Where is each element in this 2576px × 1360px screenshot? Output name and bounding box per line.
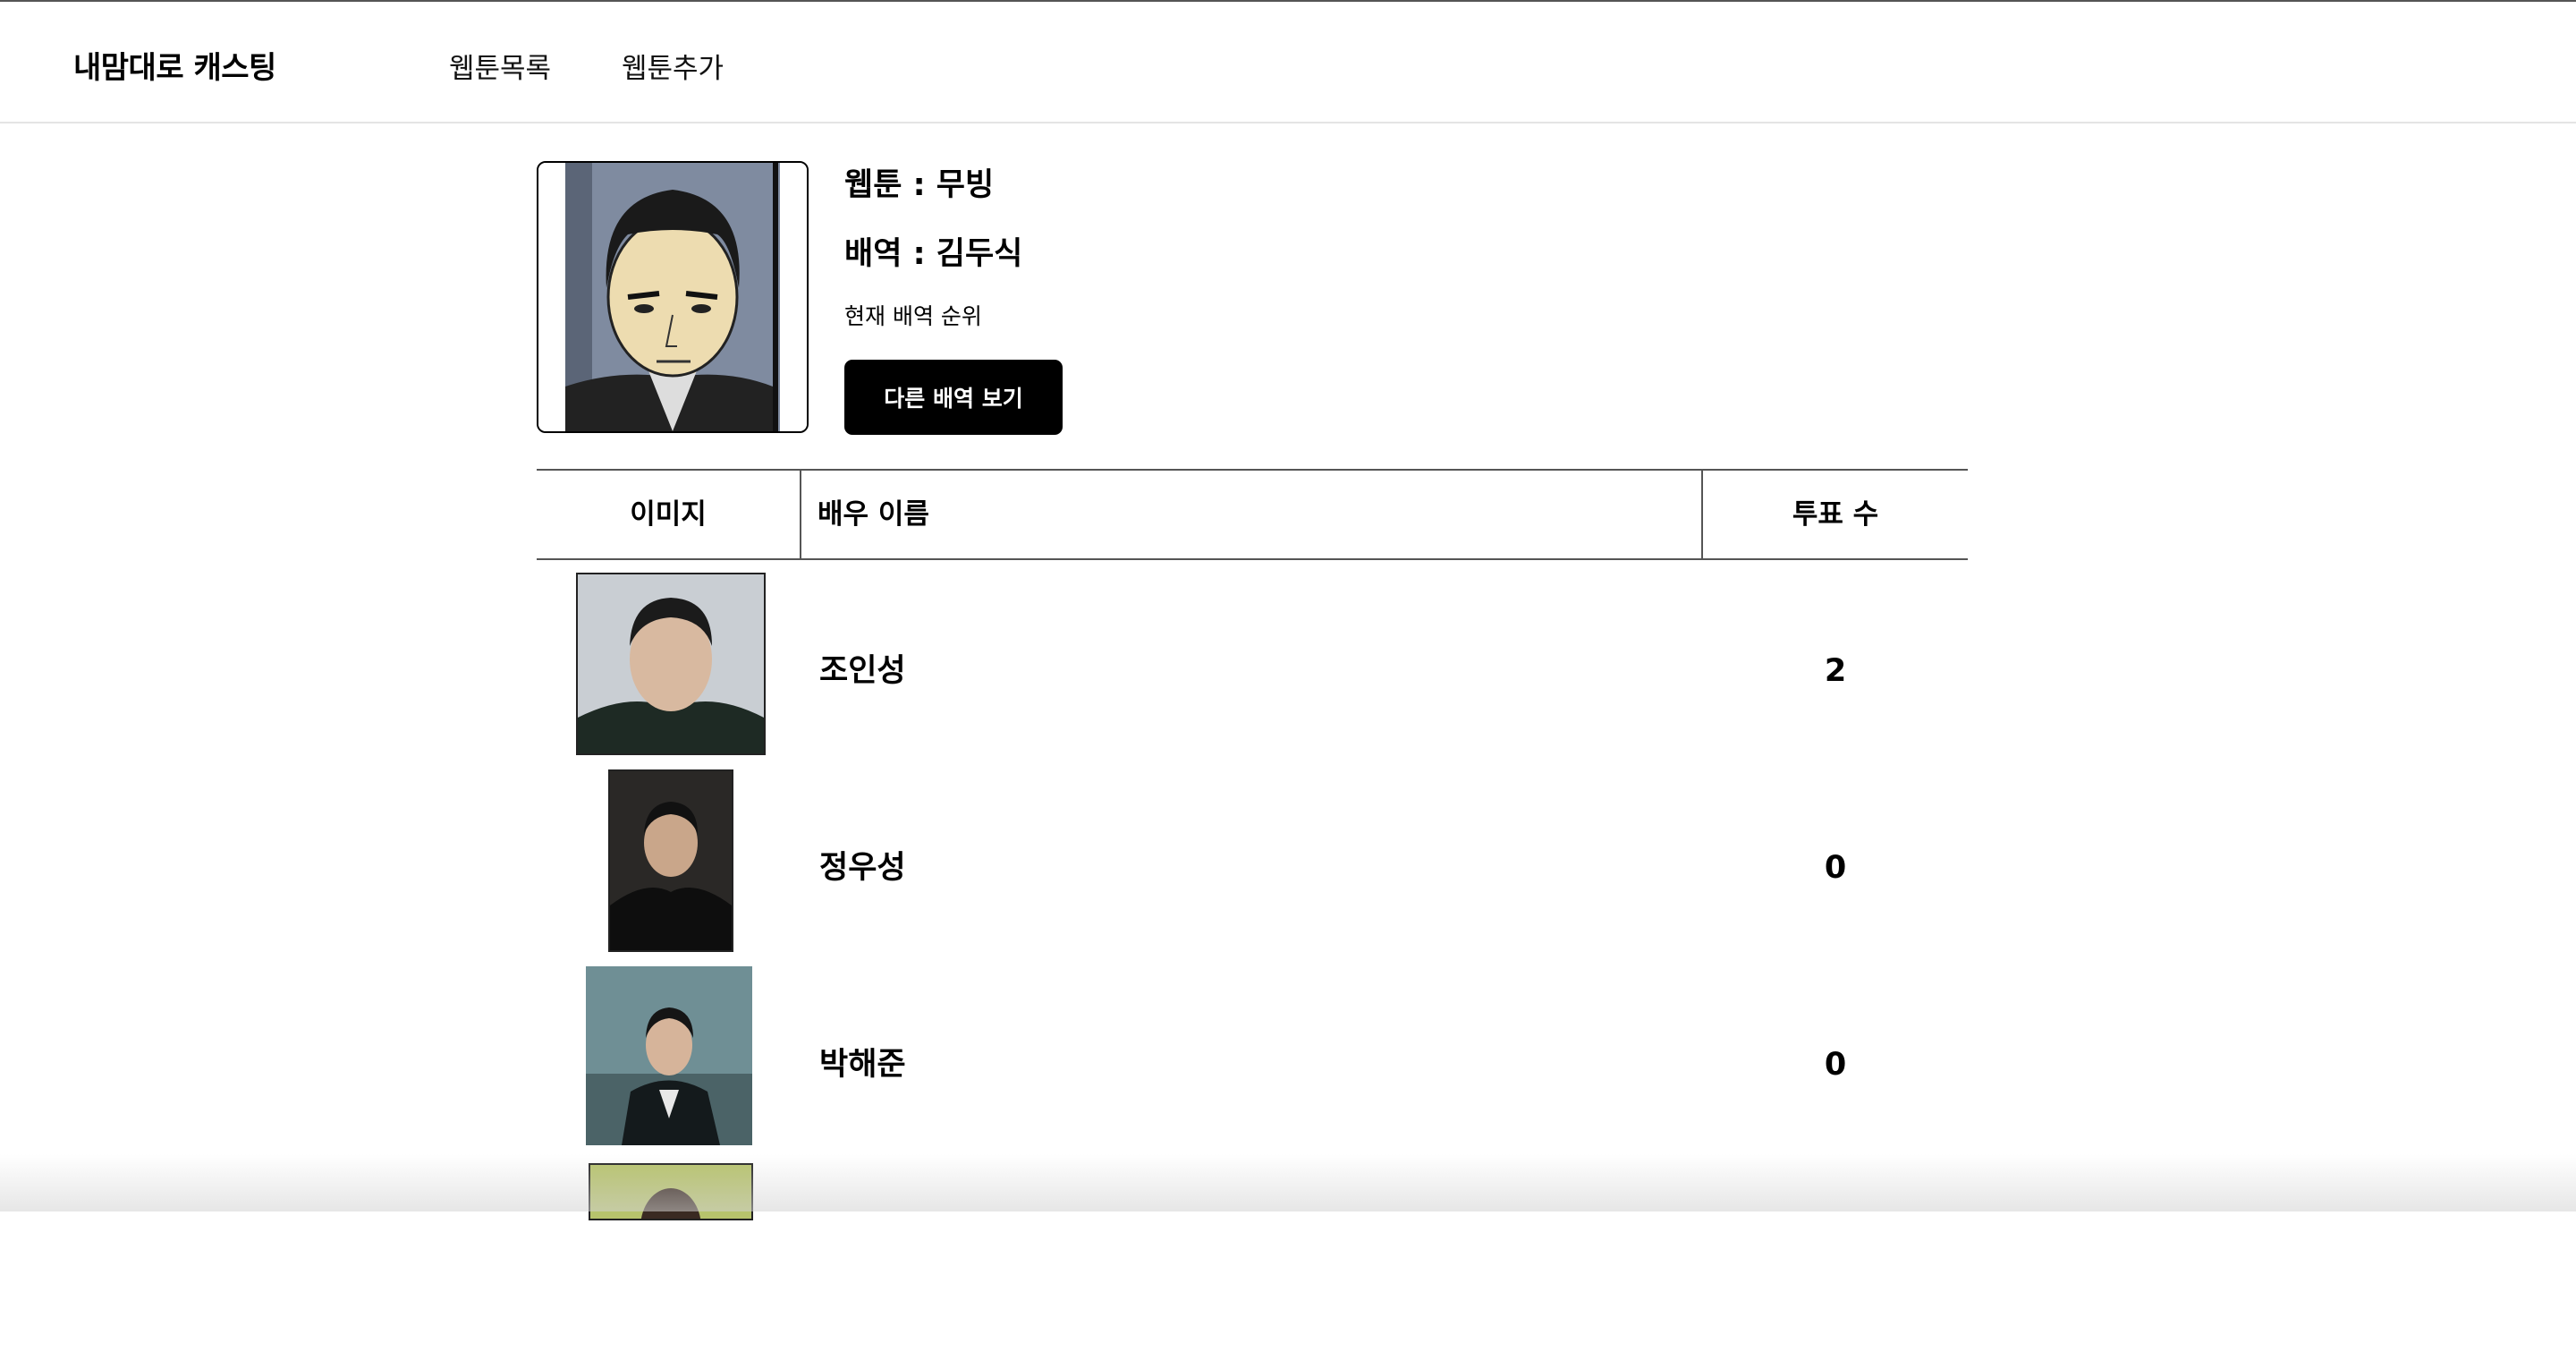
webtoon-title: 웹툰 : 무빙 bbox=[844, 167, 995, 203]
actor-name: 조인성 bbox=[819, 653, 906, 689]
brand-logo[interactable]: 내맘대로 캐스팅 bbox=[73, 43, 276, 87]
actor-photo bbox=[586, 966, 752, 1145]
actor-photo-cell bbox=[537, 769, 801, 966]
table-header: 이미지 배우 이름 투표 수 bbox=[537, 469, 1968, 560]
table-row[interactable]: 정우성 0 bbox=[537, 769, 1968, 966]
column-header-image: 이미지 bbox=[537, 471, 801, 558]
vote-count: 2 bbox=[1824, 653, 1847, 689]
actor-photo-cell bbox=[537, 573, 801, 769]
actor-photo-cell bbox=[537, 966, 801, 1163]
actor-photo bbox=[589, 1163, 753, 1220]
actor-photo bbox=[608, 769, 733, 952]
table-row[interactable]: 조인성 2 bbox=[537, 573, 1968, 769]
character-illustration bbox=[538, 163, 807, 431]
role-title: 배역 : 김두식 bbox=[844, 236, 1023, 272]
table-row[interactable]: 박해준 0 bbox=[537, 966, 1968, 1163]
ranking-table: 이미지 배우 이름 투표 수 조인성 2 정우성 0 박해준 0 bbox=[537, 469, 1968, 1220]
column-header-actor-name: 배우 이름 bbox=[801, 471, 1703, 558]
column-header-votes: 투표 수 bbox=[1792, 498, 1879, 531]
vote-count: 0 bbox=[1824, 1047, 1847, 1083]
view-other-roles-button[interactable]: 다른 배역 보기 bbox=[844, 360, 1063, 435]
actor-photo bbox=[576, 573, 766, 755]
actor-photo-cell bbox=[537, 1163, 801, 1360]
actor-name: 정우성 bbox=[819, 850, 906, 886]
nav-webtoon-add[interactable]: 웹툰추가 bbox=[622, 46, 724, 86]
nav-webtoon-list[interactable]: 웹툰목록 bbox=[449, 46, 551, 86]
actor-name: 박해준 bbox=[819, 1047, 906, 1083]
vote-count: 0 bbox=[1824, 850, 1847, 886]
table-row[interactable] bbox=[537, 1163, 1968, 1360]
character-image bbox=[537, 161, 809, 433]
top-navbar: 내맘대로 캐스팅 웹툰목록 웹툰추가 bbox=[0, 0, 2576, 123]
current-rank-caption: 현재 배역 순위 bbox=[844, 303, 982, 329]
